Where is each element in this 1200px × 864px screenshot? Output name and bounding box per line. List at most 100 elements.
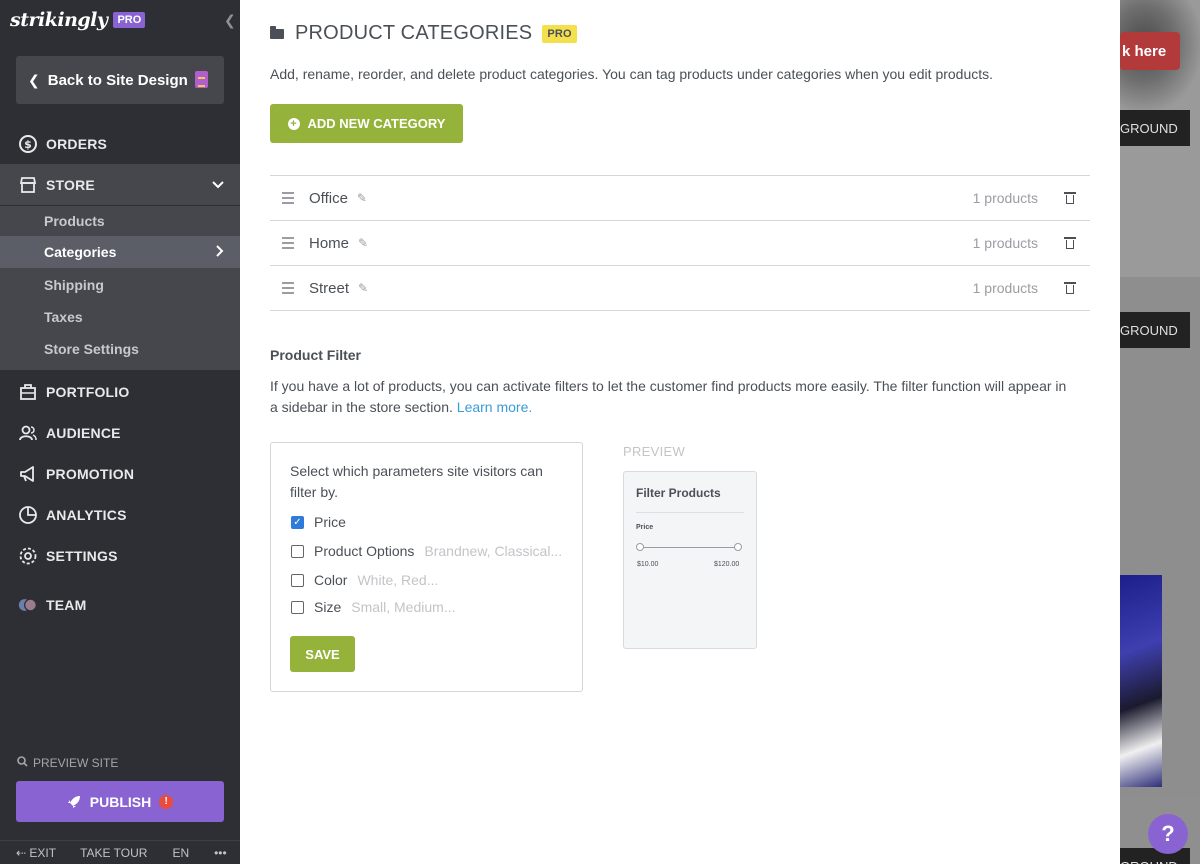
- site-dark-button: GROUND: [1120, 848, 1190, 864]
- pro-badge: PRO: [542, 24, 577, 43]
- product-options-checkbox[interactable]: [291, 544, 304, 558]
- dollar-circle-icon: $: [18, 134, 38, 154]
- nav-team[interactable]: TEAM: [0, 584, 240, 625]
- size-checkbox[interactable]: [291, 600, 304, 614]
- category-name: Home: [309, 234, 350, 252]
- filter-option-color[interactable]: Color White, Red...: [291, 572, 438, 588]
- filter-option-price[interactable]: ✓ Price: [291, 514, 346, 530]
- category-name: Street: [309, 279, 350, 297]
- sub-item-store-settings[interactable]: Store Settings: [0, 333, 240, 365]
- product-count: 1 products: [972, 280, 1038, 296]
- svg-text:$: $: [24, 138, 32, 151]
- filter-settings-box: Select which parameters site visitors ca…: [270, 442, 583, 692]
- drag-handle-icon[interactable]: [282, 282, 294, 294]
- chevron-left-icon: ❮: [28, 71, 40, 88]
- trash-icon[interactable]: [1064, 282, 1076, 294]
- product-filter-description: If you have a lot of products, you can a…: [270, 376, 1070, 418]
- pencil-icon[interactable]: ✎: [358, 236, 368, 250]
- filter-preview-card: Filter Products Price $10.00 $120.00: [623, 471, 757, 649]
- nav-team-label: TEAM: [46, 596, 87, 613]
- back-to-site-design-button[interactable]: ❮ Back to Site Design: [16, 56, 224, 104]
- preview-label: PREVIEW: [623, 444, 686, 459]
- sub-item-shipping[interactable]: Shipping: [0, 269, 240, 301]
- price-checkbox[interactable]: ✓: [291, 515, 304, 529]
- nav-promotion[interactable]: PROMOTION: [0, 453, 240, 494]
- product-count: 1 products: [972, 190, 1038, 206]
- plus-circle-icon: +: [287, 117, 300, 130]
- nav-promotion-label: PROMOTION: [46, 465, 135, 482]
- nav-store[interactable]: STORE: [0, 164, 240, 205]
- add-category-label: ADD NEW CATEGORY: [307, 116, 446, 131]
- pie-chart-icon: [18, 505, 38, 525]
- nav-settings[interactable]: SETTINGS: [0, 535, 240, 576]
- drag-handle-icon[interactable]: [282, 237, 294, 249]
- add-new-category-button[interactable]: + ADD NEW CATEGORY: [270, 104, 463, 143]
- sidebar-footer: ⇠ EXIT TAKE TOUR EN •••: [0, 840, 240, 864]
- trash-icon[interactable]: [1064, 237, 1076, 249]
- site-dark-button: GROUND: [1120, 312, 1190, 348]
- logo-row: strikingly PRO: [10, 8, 146, 32]
- save-button[interactable]: SAVE: [290, 636, 355, 672]
- folder-icon: [270, 25, 284, 39]
- nav-analytics-label: ANALYTICS: [46, 506, 127, 523]
- category-name: Office: [309, 189, 348, 207]
- back-button-label: Back to Site Design: [47, 71, 188, 89]
- sub-item-products[interactable]: Products: [0, 205, 240, 237]
- exit-link[interactable]: ⇠ EXIT: [16, 846, 56, 860]
- gear-icon: [18, 546, 38, 566]
- color-checkbox[interactable]: [291, 573, 304, 587]
- sub-item-taxes[interactable]: Taxes: [0, 301, 240, 333]
- product-categories-panel: PRODUCT CATEGORIES PRO Add, rename, reor…: [240, 0, 1120, 864]
- more-options-icon[interactable]: •••: [214, 846, 227, 860]
- briefcase-icon: [18, 382, 38, 402]
- help-button[interactable]: ?: [1148, 814, 1188, 854]
- pencil-icon[interactable]: ✎: [358, 281, 368, 295]
- price-slider-max-handle: [734, 543, 742, 551]
- language-selector[interactable]: EN: [172, 846, 189, 860]
- nav-settings-label: SETTINGS: [46, 547, 118, 564]
- filter-option-size[interactable]: Size Small, Medium...: [291, 599, 455, 615]
- category-row: Office ✎ 1 products: [270, 176, 1090, 221]
- filter-option-label: Size: [314, 599, 342, 615]
- take-tour-link[interactable]: TAKE TOUR: [80, 846, 147, 860]
- price-slider-min-handle: [636, 543, 644, 551]
- site-photo: [1120, 575, 1162, 787]
- store-icon: [18, 175, 38, 195]
- rocket-icon: [67, 795, 81, 809]
- nav-audience-label: AUDIENCE: [46, 424, 121, 441]
- page-title-text: PRODUCT CATEGORIES: [295, 22, 533, 44]
- drag-handle-icon[interactable]: [282, 192, 294, 204]
- nav-portfolio[interactable]: PORTFOLIO: [0, 371, 240, 412]
- nav-orders-label: ORDERS: [46, 135, 108, 152]
- filter-description-text: If you have a lot of products, you can a…: [270, 378, 1067, 415]
- nav-analytics[interactable]: ANALYTICS: [0, 494, 240, 535]
- team-avatars-icon: [18, 595, 38, 615]
- preview-site-link[interactable]: PREVIEW SITE: [17, 756, 118, 770]
- nav-orders[interactable]: $ ORDERS: [0, 123, 240, 164]
- sidebar: strikingly PRO ❮ ❮ Back to Site Design $…: [0, 0, 240, 864]
- chevron-down-icon: [212, 178, 224, 192]
- intro-text: Add, rename, reorder, and delete product…: [270, 66, 994, 82]
- site-dark-button: GROUND: [1120, 110, 1190, 146]
- learn-more-link[interactable]: Learn more.: [457, 399, 532, 415]
- exit-arrow-icon: ⇠: [16, 845, 27, 860]
- nav-audience[interactable]: AUDIENCE: [0, 412, 240, 453]
- product-count: 1 products: [972, 235, 1038, 251]
- strikingly-logo[interactable]: strikingly: [10, 9, 108, 31]
- filter-option-product-options[interactable]: Product Options Brandnew, Classical...: [291, 543, 562, 559]
- collapse-sidebar-icon[interactable]: ❮: [224, 12, 236, 29]
- chevron-right-icon: [216, 244, 224, 260]
- publish-button[interactable]: PUBLISH !: [16, 781, 224, 822]
- divider: [636, 512, 744, 513]
- exit-label: EXIT: [29, 845, 57, 860]
- category-list: Office ✎ 1 products Home ✎ 1 products St…: [270, 175, 1090, 311]
- sub-item-categories[interactable]: Categories: [0, 236, 240, 268]
- users-icon: [18, 423, 38, 443]
- site-red-button: k here: [1120, 32, 1180, 70]
- preview-min-price: $10.00: [637, 561, 659, 568]
- filter-option-label: Price: [314, 514, 346, 530]
- trash-icon[interactable]: [1064, 192, 1076, 204]
- filter-option-hint: Brandnew, Classical...: [424, 543, 563, 559]
- filter-box-intro: Select which parameters site visitors ca…: [290, 463, 543, 500]
- pencil-icon[interactable]: ✎: [357, 191, 367, 205]
